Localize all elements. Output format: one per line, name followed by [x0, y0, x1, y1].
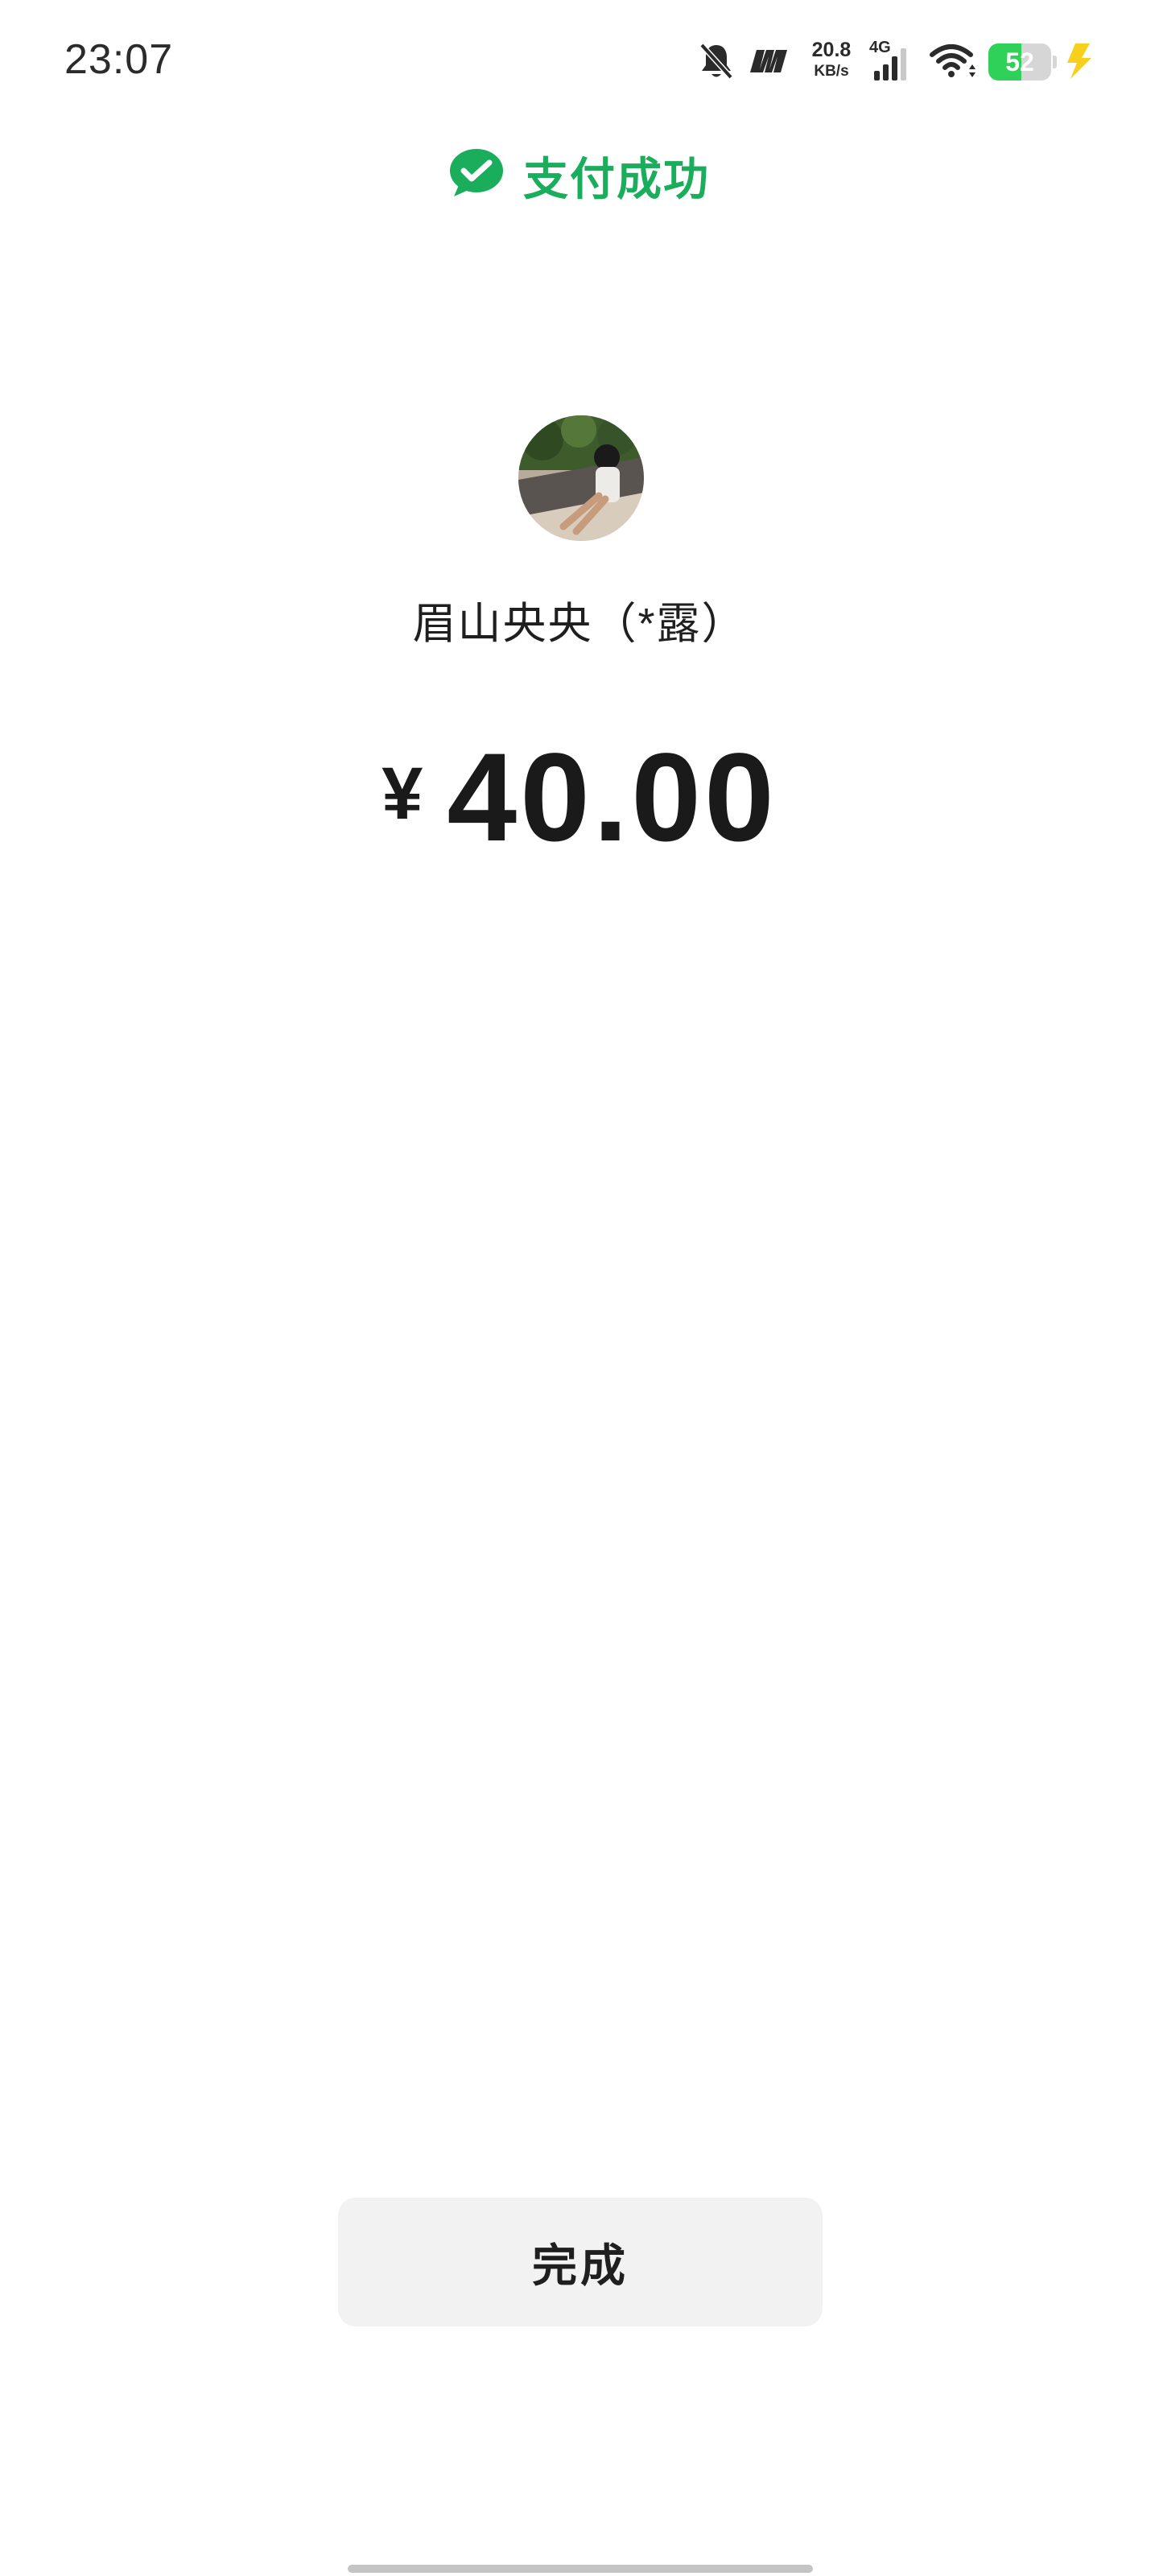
- payee-name: 眉山央央（*露）: [412, 600, 747, 648]
- charging-icon: [1062, 42, 1096, 85]
- wechat-pay-icon: [449, 148, 505, 204]
- signal-icon: 4G: [869, 39, 918, 88]
- battery-level: 52: [1005, 47, 1034, 76]
- brand-m-icon: [745, 45, 792, 81]
- bell-mute-icon: [699, 42, 734, 85]
- done-button[interactable]: 完成: [338, 2198, 823, 2326]
- battery-nub: [1053, 56, 1057, 68]
- payment-amount: ¥ 40.00: [0, 728, 1159, 868]
- net-speed: 20.8 KB/s: [805, 39, 858, 80]
- battery-body: 52: [988, 43, 1051, 80]
- payment-success-title: 支付成功: [523, 154, 710, 204]
- net-speed-value: 20.8: [811, 39, 852, 61]
- status-bar: 23:07 20.8 KB/s 4G 52: [0, 0, 1159, 121]
- status-time: 23:07: [64, 36, 174, 83]
- currency-symbol: ¥: [382, 753, 423, 835]
- status-icons: 20.8 KB/s 4G 52: [691, 32, 1109, 89]
- payment-success-header: 支付成功: [0, 143, 1159, 208]
- amount-value: 40.00: [447, 728, 777, 868]
- home-indicator[interactable]: [348, 2565, 813, 2573]
- network-type: 4G: [869, 39, 891, 56]
- net-speed-unit: KB/s: [814, 63, 849, 80]
- wifi-icon: [929, 43, 980, 86]
- avatar: [518, 415, 644, 541]
